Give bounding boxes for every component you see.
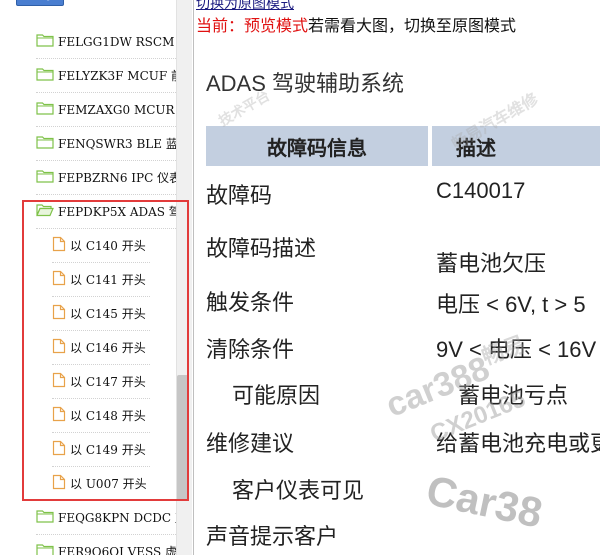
fault-row-key: 维修建议 bbox=[206, 431, 295, 456]
folder-open-icon bbox=[36, 203, 54, 220]
folder-icon bbox=[36, 509, 54, 526]
fault-row-value: 给蓄电池充电或更 bbox=[436, 431, 600, 456]
file-icon bbox=[52, 304, 66, 323]
tree-item-label: 以 C146 开头 bbox=[70, 341, 146, 355]
tree-item-label: 以 C145 开头 bbox=[70, 307, 146, 321]
folder-icon bbox=[36, 101, 54, 118]
fault-row-key: 清除条件 bbox=[206, 337, 295, 362]
table-header-desc: 描述 bbox=[432, 126, 600, 166]
tree-item-label: FER9Q6OI VESS 虚拟 bbox=[58, 545, 176, 555]
tree-item-label: FEPDKP5X ADAS 驾驶 bbox=[58, 205, 176, 219]
document-viewer: 切换为原图模式 当前：预览模式若需看大图，切换至原图模式 ADAS 驾驶辅助系统… bbox=[196, 0, 600, 555]
tree-item-label: FEMZAXG0 MCUR 后 bbox=[58, 103, 176, 117]
document-image: ADAS 驾驶辅助系统 故障码信息 描述 故障码 C140017 故障码描述蓄电池欠… bbox=[196, 38, 600, 555]
folder-icon bbox=[36, 33, 54, 50]
file-icon bbox=[52, 338, 66, 357]
tree-folder-item[interactable]: FEQG8KPN DCDC 直 bbox=[36, 501, 176, 535]
file-icon bbox=[52, 236, 66, 255]
tree-item-label: 以 C149 开头 bbox=[70, 443, 146, 457]
fault-row-value: 蓄电池欠压 bbox=[436, 251, 547, 276]
fault-row-key: 触发条件 bbox=[206, 290, 295, 315]
tree-scrollbar-thumb[interactable] bbox=[177, 375, 189, 501]
tree-file-item[interactable]: 以 C149 开头 bbox=[52, 433, 150, 467]
fault-row-key: 声音提示客户 bbox=[206, 524, 339, 549]
file-icon bbox=[52, 474, 66, 493]
tree-folder-item[interactable]: FEPBZRN6 IPC 仪表 bbox=[36, 161, 176, 195]
tree-file-item[interactable]: 以 C146 开头 bbox=[52, 331, 150, 365]
fault-row-key: 客户仪表可见 bbox=[232, 478, 365, 503]
watermark-text: Car38 bbox=[422, 466, 547, 537]
fault-row-key: 可能原因 bbox=[232, 383, 321, 408]
search-button[interactable]: 查询 bbox=[16, 0, 64, 6]
tree-file-item[interactable]: 以 C147 开头 bbox=[52, 365, 150, 399]
tree-folder-item[interactable]: FELYZK3F MCUF 前 bbox=[36, 59, 176, 93]
fault-row-value: 9V < 电压 < 16V bbox=[436, 337, 597, 362]
tree-item-label: 以 C140 开头 bbox=[70, 239, 146, 253]
fault-row-value: 电压 < 6V, t > 5 bbox=[436, 292, 586, 317]
mode-status-line: 当前：预览模式若需看大图，切换至原图模式 bbox=[196, 12, 516, 36]
folder-icon bbox=[36, 135, 54, 152]
fault-row-key: 故障码 bbox=[206, 183, 273, 208]
tree-folder-item[interactable]: FEMZAXG0 MCUR 后 bbox=[36, 93, 176, 127]
file-icon bbox=[52, 372, 66, 391]
file-icon bbox=[52, 270, 66, 289]
mode-status-hint: 若需看大图，切换至原图模式 bbox=[308, 16, 517, 35]
fault-row-value: 蓄电池亏点 bbox=[458, 383, 569, 408]
tree-item-label: FEQG8KPN DCDC 直 bbox=[58, 511, 176, 525]
tree-item-label: FELYZK3F MCUF 前 bbox=[58, 69, 176, 83]
folder-icon bbox=[36, 543, 54, 555]
folder-icon bbox=[36, 169, 54, 186]
fault-row-key: 故障码描述 bbox=[206, 236, 317, 261]
tree-item-label: 以 U007 开头 bbox=[70, 477, 147, 491]
tree-folder-item[interactable]: FELGG1DW RSCM 后 bbox=[36, 25, 176, 59]
tree-item-label: 以 C141 开头 bbox=[70, 273, 146, 287]
tree-item-label: FELGG1DW RSCM 后 bbox=[58, 35, 176, 49]
file-tree-panel: 查询 FELGG1DW RSCM 后 FELYZK3F MCUF 前 FEMZAXG… bbox=[0, 0, 194, 555]
mode-status-current: 当前：预览模式 bbox=[196, 16, 309, 35]
doc-title: ADAS 驾驶辅助系统 bbox=[206, 71, 405, 96]
tree-folder-item[interactable]: FEPDKP5X ADAS 驾驶 bbox=[36, 195, 176, 229]
tree-folder-item[interactable]: FENQSWR3 BLE 蓝牙 bbox=[36, 127, 176, 161]
table-header-code: 故障码信息 bbox=[206, 126, 428, 166]
folder-icon bbox=[36, 67, 54, 84]
tree-item-label: FEPBZRN6 IPC 仪表 bbox=[58, 171, 176, 185]
tree-file-item[interactable]: 以 C148 开头 bbox=[52, 399, 150, 433]
file-icon bbox=[52, 406, 66, 425]
fault-row-value: C140017 bbox=[436, 178, 526, 203]
tree-folder-item[interactable]: FER9Q6OI VESS 虚拟 bbox=[36, 535, 176, 555]
tree-file-item[interactable]: 以 C141 开头 bbox=[52, 263, 150, 297]
tree-file-item[interactable]: 以 C140 开头 bbox=[52, 229, 150, 263]
file-icon bbox=[52, 440, 66, 459]
tree-item-label: FENQSWR3 BLE 蓝牙 bbox=[58, 137, 176, 151]
tree-file-item[interactable]: 以 C145 开头 bbox=[52, 297, 150, 331]
tree-item-label: 以 C148 开头 bbox=[70, 409, 146, 423]
tree-file-item[interactable]: 以 U007 开头 bbox=[52, 467, 150, 501]
tree-item-label: 以 C147 开头 bbox=[70, 375, 146, 389]
